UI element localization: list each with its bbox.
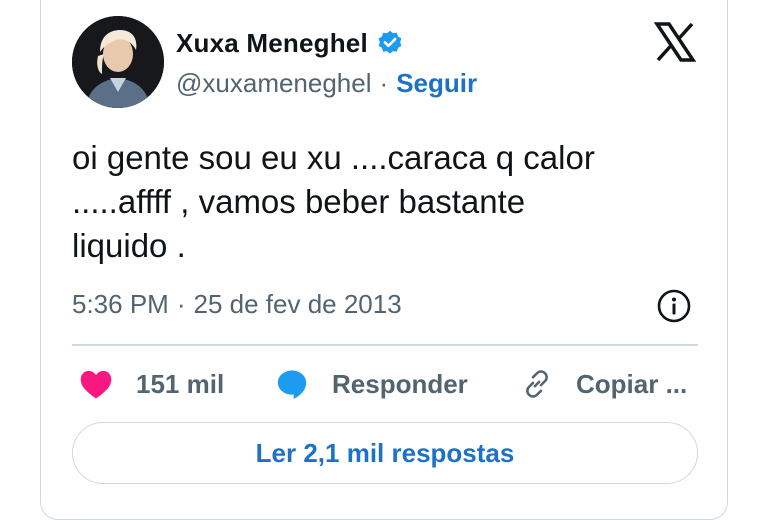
follow-button[interactable]: Seguir: [396, 68, 477, 99]
link-icon: [526, 370, 548, 398]
like-count: 151 mil: [136, 368, 225, 399]
reply-button[interactable]: Responder: [274, 362, 468, 406]
reply-label: Responder: [332, 368, 468, 399]
like-button[interactable]: 151 mil: [78, 362, 224, 406]
tweet-text: oi gente sou eu xu ....caraca q calor ..…: [72, 139, 595, 264]
tweet-date: 25 de fev de 2013: [193, 288, 402, 319]
read-replies-label: Ler 2,1 mil respostas: [255, 437, 515, 468]
author-handle-row: @xuxameneghel · Seguir: [176, 66, 477, 100]
verified-badge-icon: [376, 29, 404, 57]
author-display-name[interactable]: Xuxa Meneghel: [176, 28, 368, 59]
read-replies-button[interactable]: Ler 2,1 mil respostas: [72, 422, 698, 484]
x-logo-icon[interactable]: [653, 22, 697, 62]
heart-icon: [80, 370, 112, 399]
copy-link-label: Copiar ...: [576, 368, 688, 399]
avatar-photo: [72, 16, 164, 108]
copy-link-button[interactable]: Copiar ...: [520, 362, 687, 406]
author-handle[interactable]: @xuxameneghel: [176, 68, 372, 99]
author-name-row: Xuxa Meneghel: [176, 26, 404, 60]
info-icon[interactable]: [656, 288, 692, 324]
tweet-time: 5:36 PM: [72, 288, 169, 319]
speech-bubble-icon: [277, 370, 307, 399]
timestamp-separator: ·: [176, 288, 186, 319]
handle-separator: ·: [379, 67, 389, 98]
action-bar: 151 mil Responder Copiar ...: [72, 362, 698, 406]
avatar[interactable]: [72, 16, 164, 108]
divider: [72, 344, 698, 346]
tweet-timestamp[interactable]: 5:36 PM · 25 de fev de 2013: [72, 286, 402, 322]
